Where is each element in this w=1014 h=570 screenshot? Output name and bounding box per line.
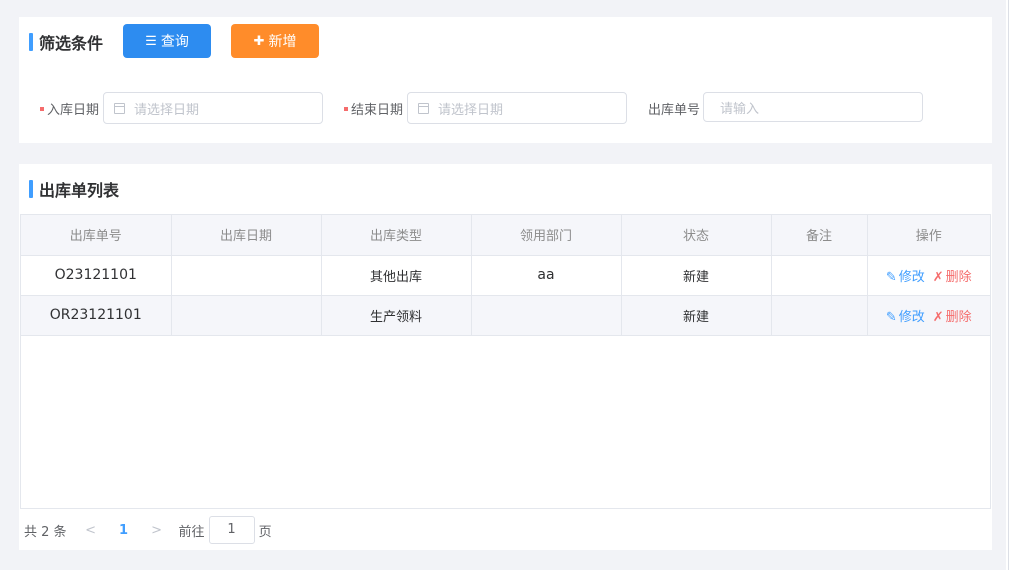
dept-cell: aa	[471, 255, 622, 296]
pagination: 共 2 条 < 1 > 前往 1 页	[24, 516, 272, 544]
pencil-icon: ✎	[885, 269, 897, 285]
delete-label: 删除	[945, 269, 972, 285]
start-date-picker[interactable]: 请选择日期	[103, 92, 323, 124]
order-no-label-text: 出库单号	[648, 103, 701, 118]
filter-title-text: 筛选条件	[39, 34, 104, 53]
pencil-icon: ✎	[885, 309, 897, 325]
end-date-label: 结束日期	[344, 99, 403, 118]
list-title-text: 出库单列表	[39, 181, 120, 200]
order-no-cell: O23121101	[21, 255, 172, 296]
required-marker	[344, 106, 348, 111]
delete-link[interactable]: ✗ 删除	[933, 310, 972, 325]
calendar-icon	[418, 102, 429, 114]
goto-page-input[interactable]: 1	[208, 516, 255, 544]
order-no-label: 出库单号	[648, 99, 700, 118]
type-cell: 生产领料	[321, 295, 472, 336]
edit-label: 修改	[898, 269, 925, 285]
end-date-picker[interactable]: 请选择日期	[407, 92, 627, 124]
column-header[interactable]: 领用部门	[471, 215, 622, 256]
delete-link[interactable]: ✗ 删除	[933, 270, 972, 285]
list-title: 出库单列表	[29, 179, 120, 200]
list-icon: ☰	[145, 33, 157, 48]
order-table: 出库单号 出库日期 出库类型 领用部门 状态 备注 操作 O23121101 其…	[20, 214, 991, 509]
column-header[interactable]: 状态	[621, 215, 772, 256]
type-cell: 其他出库	[321, 255, 472, 296]
filter-title: 筛选条件	[29, 32, 104, 53]
add-button[interactable]: ✚ 新增	[231, 24, 319, 58]
chevron-left-icon[interactable]: <	[83, 523, 99, 538]
list-panel: 出库单列表 出库单号 出库日期 出库类型 领用部门 状态 备注 操作 O2312…	[19, 164, 992, 550]
end-date-placeholder: 请选择日期	[438, 102, 504, 118]
dept-cell	[471, 295, 622, 336]
filter-panel: 筛选条件 ☰ 查询 ✚ 新增 入库日期 请选择日期 结束日期 请选择日期 出库单…	[19, 17, 992, 143]
status-cell: 新建	[621, 255, 772, 296]
x-mark-icon: ✗	[932, 309, 944, 325]
actions-cell: ✎ 修改 ✗ 删除	[867, 295, 990, 336]
page-scrollbar[interactable]	[1006, 0, 1014, 570]
column-header[interactable]: 备注	[771, 215, 868, 256]
query-button-label: 查询	[160, 33, 189, 49]
start-date-label: 入库日期	[40, 99, 99, 118]
plus-icon: ✚	[253, 33, 265, 48]
column-header[interactable]: 出库类型	[321, 215, 472, 256]
title-accent-bar	[29, 180, 33, 198]
table-header-row: 出库单号 出库日期 出库类型 领用部门 状态 备注 操作	[21, 215, 990, 256]
end-date-label-text: 结束日期	[351, 103, 404, 118]
title-accent-bar	[29, 33, 33, 51]
order-no-placeholder: 请输入	[720, 101, 760, 117]
delete-label: 删除	[945, 309, 972, 325]
edit-label: 修改	[898, 309, 925, 325]
remark-cell	[771, 255, 868, 296]
query-button[interactable]: ☰ 查询	[123, 24, 211, 58]
edit-link[interactable]: ✎ 修改	[886, 310, 925, 325]
column-header: 操作	[867, 215, 990, 256]
calendar-icon	[114, 102, 125, 114]
start-date-placeholder: 请选择日期	[134, 102, 200, 118]
total-count: 共 2 条	[24, 524, 67, 540]
page-number-current[interactable]: 1	[99, 523, 149, 538]
remark-cell	[771, 295, 868, 336]
date-cell	[171, 295, 322, 336]
order-no-cell: OR23121101	[21, 295, 172, 336]
start-date-label-text: 入库日期	[47, 103, 100, 118]
edit-link[interactable]: ✎ 修改	[886, 270, 925, 285]
date-cell	[171, 255, 322, 296]
required-marker	[40, 106, 44, 111]
goto-label: 前往	[178, 524, 205, 540]
status-cell: 新建	[621, 295, 772, 336]
table-row[interactable]: O23121101 其他出库 aa 新建 ✎ 修改 ✗ 删除	[21, 255, 990, 296]
actions-cell: ✎ 修改 ✗ 删除	[867, 255, 990, 296]
column-header[interactable]: 出库日期	[171, 215, 322, 256]
table-row[interactable]: OR23121101 生产领料 新建 ✎ 修改 ✗ 删除	[21, 295, 990, 336]
x-mark-icon: ✗	[932, 269, 944, 285]
chevron-right-icon[interactable]: >	[149, 523, 165, 538]
page-unit-label: 页	[258, 524, 272, 540]
column-header[interactable]: 出库单号	[21, 215, 172, 256]
add-button-label: 新增	[268, 33, 297, 49]
order-no-input[interactable]: 请输入	[703, 92, 923, 122]
